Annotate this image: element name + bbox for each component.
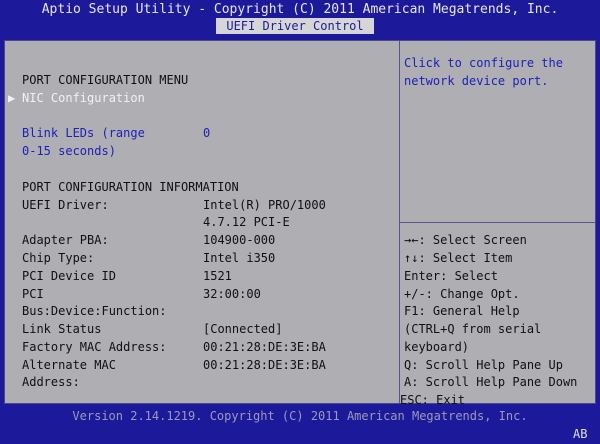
link-status-value: [Connected]	[203, 322, 283, 336]
row-value: Intel(R) PRO/1000	[203, 198, 326, 212]
menu-title: PORT CONFIGURATION MENU	[22, 73, 189, 87]
row-label: Factory MAC Address:	[22, 340, 167, 354]
row-value: 104900-000	[203, 233, 276, 247]
key-hint: →←: Select Screen	[404, 233, 527, 247]
key-hint: Enter: Select	[404, 269, 498, 283]
key-hint: ↑↓: Select Item	[404, 251, 513, 265]
tab-uefi-driver-control[interactable]: UEFI Driver Control	[216, 18, 374, 34]
info-title: PORT CONFIGURATION INFORMATION	[22, 180, 239, 194]
status-badge: AB	[573, 427, 588, 441]
row-label: PCI	[22, 287, 44, 301]
key-hint: keyboard)	[404, 340, 470, 354]
app-title: Aptio Setup Utility - Copyright (C) 2011…	[41, 2, 559, 17]
row-label: Alternate MAC	[22, 358, 116, 372]
row-value: 00:21:28:DE:3E:BA	[203, 358, 326, 372]
row-value: 32:00:00	[203, 287, 261, 301]
row-label: Link Status	[22, 322, 102, 336]
key-hint: A: Scroll Help Pane Down	[404, 375, 578, 389]
key-hint: Q: Scroll Help Pane Up	[404, 358, 563, 372]
row-value: 00:21:28:DE:3E:BA	[203, 340, 326, 354]
key-hint: (CTRL+Q from serial	[404, 322, 542, 336]
key-hint: +/-: Change Opt.	[404, 287, 520, 301]
row-value: 4.7.12 PCI-E	[203, 215, 290, 229]
row-label: Chip Type:	[22, 251, 95, 265]
help-text-line2: network device port.	[404, 74, 549, 88]
version-text: Version 2.14.1219. Copyright (C) 2011 Am…	[72, 409, 528, 423]
selection-cursor-icon: ▶	[8, 91, 16, 105]
row-label: Bus:Device:Function:	[22, 304, 167, 318]
row-label: Adapter PBA:	[22, 233, 109, 247]
row-label: PCI Device ID	[22, 269, 116, 283]
row-label: Address:	[22, 375, 80, 389]
blink-leds-value[interactable]: 0	[203, 125, 210, 141]
blink-leds-label-line2[interactable]: 0-15 seconds)	[22, 143, 116, 159]
help-divider	[400, 222, 595, 223]
help-text-line1: Click to configure the	[404, 56, 563, 70]
row-label: UEFI Driver:	[22, 198, 109, 212]
row-value: 1521	[203, 269, 232, 283]
row-value: Intel i350	[203, 251, 276, 265]
nic-configuration-item[interactable]: NIC Configuration	[22, 90, 145, 106]
key-hint: F1: General Help	[404, 304, 520, 318]
blink-leds-label[interactable]: Blink LEDs (range	[22, 125, 145, 141]
